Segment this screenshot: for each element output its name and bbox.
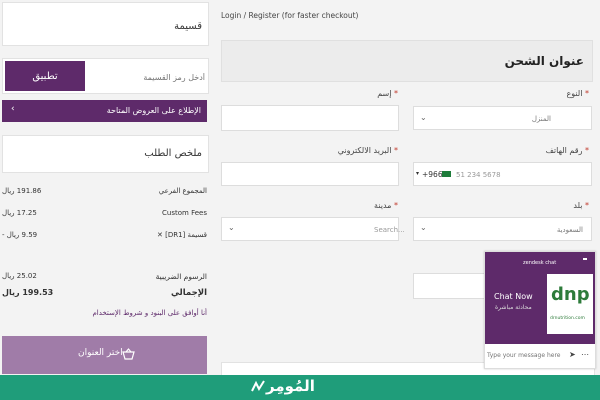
coupon-applied-label[interactable]: قسيمة [DR1] ✕ [157,231,207,239]
basket-icon [122,348,135,360]
summary-row: 17.25 ريال Custom Fees [2,206,207,220]
chevron-down-icon: ⌄ [228,223,235,232]
city-placeholder: Search... [374,226,405,234]
phone-input[interactable]: 51 234 5678 +966 ▾ [413,162,592,186]
coupon-title: قسيمة [174,21,202,32]
taxes-label: الرسوم الضريبية [155,272,207,281]
terms-link[interactable]: أنا أوافق على البنود و شروط الإستخدام [92,309,207,317]
coupon-box: قسيمة [2,2,209,46]
summary-row: 191.86 ريال المجموع الفرعي [2,184,207,198]
summary-value: 191.86 ريال [2,187,42,195]
order-sidebar: قسيمة تطبيق ‹ الإطلاع على العروض المتاحة… [0,0,210,400]
chat-header[interactable]: zendesk chat Chat Now محادثة مباشرة dnp … [485,252,595,344]
coupon-input[interactable] [89,61,207,93]
shipping-header: عنوان الشحن [221,40,593,82]
total-label: الإجمالي [170,288,207,298]
city-select[interactable]: Search... ⌄ [221,217,405,241]
email-input[interactable] [221,162,399,186]
offers-button[interactable]: ‹ الإطلاع على العروض المتاحة [2,100,207,122]
chat-logo: dnp drnutrition.com [547,274,593,334]
city-label: * مدينة [374,201,398,210]
logo-text: dnp [551,284,590,305]
coupon-row: تطبيق [2,58,209,94]
summary-label: المجموع الفرعي [158,187,207,195]
type-label: * النوع [566,89,589,98]
address-input[interactable] [413,273,485,299]
section-title: عنوان الشحن [504,54,584,68]
type-value: المنزل [531,115,551,123]
phone-label: * رقم الهاتف [545,146,589,155]
type-select[interactable]: المنزل ⌄ [413,106,592,130]
total-value: 199.53 ريال [2,288,54,297]
summary-value: 9.59 ريال - [2,231,38,239]
summary-header: ملخص الطلب [2,135,209,173]
brand-name: المُومِر [266,377,315,395]
chat-now-label: Chat Now [494,292,533,301]
summary-value: 17.25 ريال [2,209,37,217]
choose-address-button[interactable]: اختر العنوان [2,336,207,374]
chevron-down-icon: ⌄ [420,113,427,122]
brand-bar: المُومِر [0,375,600,400]
chevron-left-icon: ‹ [11,104,15,114]
summary-rows: 191.86 ريال المجموع الفرعي 17.25 ريال Cu… [0,184,210,254]
phone-prefix[interactable]: +966 [422,170,443,179]
chat-title: zendesk chat [523,260,557,266]
name-label: * إسم [377,89,398,98]
chevron-down-icon: ▾ [416,170,420,177]
summary-label: Custom Fees [162,209,207,217]
login-link[interactable]: Login / Register (for faster checkout) [221,11,358,20]
send-icon[interactable]: ➤ [569,350,576,359]
name-input[interactable] [221,105,399,131]
saudi-flag-icon [442,171,451,177]
offers-label: الإطلاع على العروض المتاحة [106,106,201,115]
brand-logo-icon [251,380,265,392]
choose-address-label: اختر العنوان [78,348,123,358]
country-label: * بلد [573,201,589,210]
more-icon[interactable]: ⋯ [581,350,589,359]
country-value: السعودية [556,226,583,234]
country-select[interactable]: السعودية ⌄ [413,217,592,241]
apply-button[interactable]: تطبيق [5,61,85,91]
chat-input[interactable] [487,348,567,362]
minimize-icon[interactable] [583,258,587,260]
email-label: * البريد الالكتروني [337,146,398,155]
chat-subtitle: محادثة مباشرة [495,304,532,311]
summary-title: ملخص الطلب [144,148,202,159]
totals: 25.02 ريال الرسوم الضريبية 199.53 ريال ا… [0,266,210,306]
logo-subtext: drnutrition.com [550,316,585,321]
taxes-value: 25.02 ريال [2,272,37,280]
chat-widget[interactable]: zendesk chat Chat Now محادثة مباشرة dnp … [484,251,596,369]
phone-placeholder: 51 234 5678 [456,171,501,179]
summary-row: 9.59 ريال - قسيمة [DR1] ✕ [2,228,207,242]
chevron-down-icon: ⌄ [420,223,427,232]
